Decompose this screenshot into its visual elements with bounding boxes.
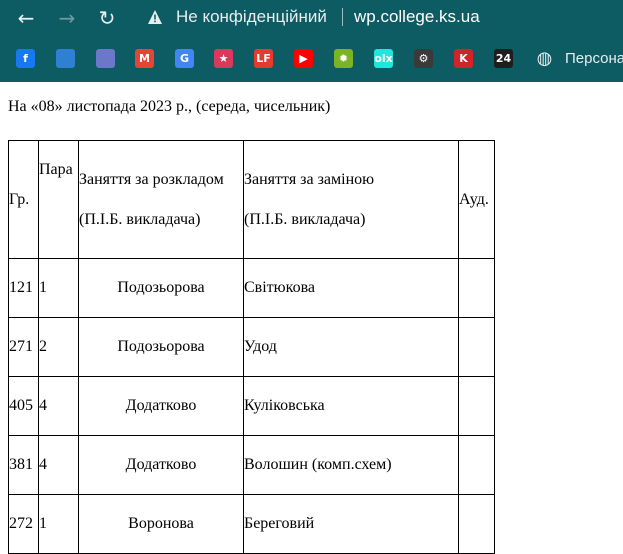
24-icon[interactable]: 24 [494, 49, 513, 68]
table-header-row: Гр. Пара Заняття за розкладом (П.І.Б. ви… [8, 140, 495, 259]
youtube-icon[interactable]: ▶ [294, 49, 313, 68]
cell-replacement: Волошин (комп.схем) [243, 435, 459, 495]
translate-icon[interactable]: G [175, 49, 194, 68]
cell-replacement: Береговий [243, 494, 459, 554]
address-bar[interactable]: Не конфіденційний wp.college.ks.ua [133, 0, 623, 34]
settings-dark-icon[interactable]: ⚙ [414, 49, 433, 68]
cell-scheduled: Подозьорова [78, 258, 244, 318]
back-button[interactable]: ← [13, 5, 39, 31]
cell-room [458, 435, 495, 495]
cell-replacement: Світюкова [243, 258, 459, 318]
bookmark-blue-icon[interactable] [56, 49, 75, 68]
gear-green-icon[interactable]: ✹ [334, 49, 353, 68]
header-replacement-line2: (П.І.Б. викладача) [244, 210, 366, 228]
star-icon[interactable]: ★ [214, 49, 233, 68]
cell-group: 381 [8, 435, 39, 495]
table-row: 271 2 Подозьорова Удод [8, 317, 495, 377]
page-title: На «08» листопада 2023 р., (середа, чисе… [8, 98, 331, 115]
cell-group: 121 [8, 258, 39, 318]
address-separator [342, 8, 343, 26]
bookmark-folder-label[interactable]: Персона [565, 42, 623, 76]
cell-pair: 1 [38, 258, 79, 318]
cell-replacement: Удод [243, 317, 459, 377]
browser-chrome: ← → ↻ Не конфіденційний wp.college.ks.ua… [0, 0, 623, 82]
warning-icon[interactable] [147, 9, 163, 25]
url-text[interactable]: wp.college.ks.ua [354, 0, 480, 34]
cell-group: 405 [8, 376, 39, 436]
cell-scheduled: Подозьорова [78, 317, 244, 377]
cell-pair: 4 [38, 435, 79, 495]
header-pair: Пара [38, 140, 79, 259]
k-icon[interactable]: K [454, 49, 473, 68]
schedule-table: Гр. Пара Заняття за розкладом (П.І.Б. ви… [8, 140, 495, 554]
cell-room [458, 317, 495, 377]
cell-pair: 2 [38, 317, 79, 377]
header-replacement: Заняття за заміною (П.І.Б. викладача) [243, 140, 459, 259]
crest-icon[interactable] [96, 49, 115, 68]
cell-room [458, 376, 495, 436]
cell-scheduled: Воронова [78, 494, 244, 554]
security-label[interactable]: Не конфіденційний [176, 0, 327, 34]
header-scheduled-line2: (П.І.Б. викладача) [79, 210, 201, 228]
header-group: Гр. [8, 140, 39, 259]
cell-group: 272 [8, 494, 39, 554]
globe-icon[interactable]: ◍ [535, 49, 554, 68]
cell-pair: 1 [38, 494, 79, 554]
header-scheduled: Заняття за розкладом (П.І.Б. викладача) [78, 140, 244, 259]
navigation-row: ← → ↻ Не конфіденційний wp.college.ks.ua [0, 0, 623, 36]
cell-scheduled: Додатково [78, 376, 244, 436]
cell-replacement: Куліковська [243, 376, 459, 436]
cell-group: 271 [8, 317, 39, 377]
bookmarks-bar: Персона f M G ★ LF ▶ ✹ olx ⚙ K 24 ◍ [0, 42, 623, 76]
header-room: Ауд. [458, 140, 495, 259]
forward-button[interactable]: → [54, 5, 80, 31]
olx-icon[interactable]: olx [374, 49, 393, 68]
cell-room [458, 494, 495, 554]
table-row: 405 4 Додатково Куліковська [8, 376, 495, 436]
header-scheduled-line1: Заняття за розкладом [79, 170, 224, 188]
table-row: 272 1 Воронова Береговий [8, 494, 495, 554]
header-replacement-line1: Заняття за заміною [244, 170, 375, 188]
facebook-icon[interactable]: f [16, 49, 35, 68]
table-row: 381 4 Додатково Волошин (комп.схем) [8, 435, 495, 495]
cell-pair: 4 [38, 376, 79, 436]
reload-button[interactable]: ↻ [94, 5, 120, 31]
cell-scheduled: Додатково [78, 435, 244, 495]
cell-room [458, 258, 495, 318]
table-row: 121 1 Подозьорова Світюкова [8, 258, 495, 318]
lf-icon[interactable]: LF [254, 49, 273, 68]
gmail-icon[interactable]: M [135, 49, 154, 68]
